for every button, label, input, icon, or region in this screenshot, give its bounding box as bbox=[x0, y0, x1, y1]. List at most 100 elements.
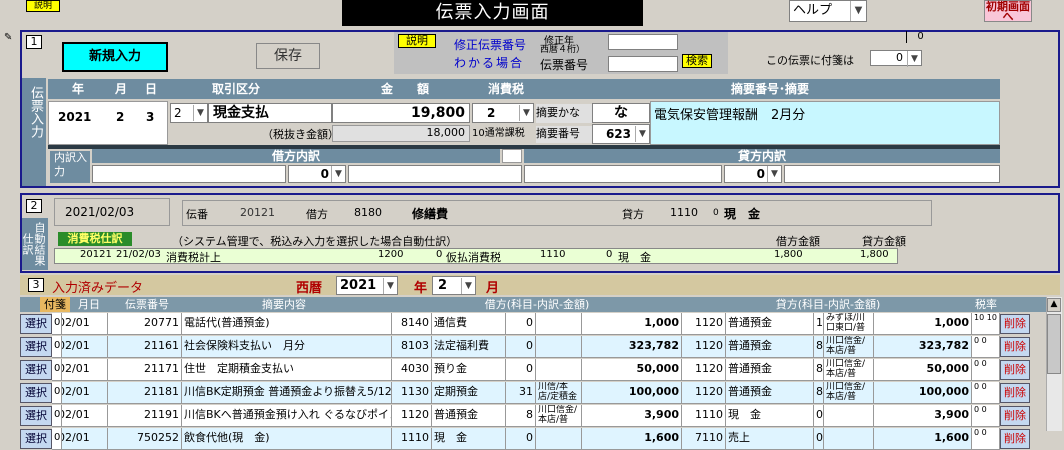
fix-year-input[interactable] bbox=[608, 34, 678, 50]
select-button[interactable]: 選択 bbox=[20, 383, 52, 403]
month-combo[interactable]: 2 ▼ bbox=[432, 276, 476, 295]
cell-camount: 1,600 bbox=[874, 428, 972, 450]
cell-csub: 0 bbox=[814, 428, 824, 450]
cell-cname: 普通預金 bbox=[726, 359, 814, 381]
cell-slip: 21161 bbox=[108, 336, 182, 358]
cell-rate: 0 0 bbox=[972, 359, 1000, 381]
year-combo[interactable]: 2021 ▼ bbox=[336, 276, 398, 295]
chevron-down-icon[interactable]: ▼ bbox=[519, 105, 533, 121]
delete-button[interactable]: 削除 bbox=[1000, 406, 1030, 426]
tag-combo[interactable]: 0 ▼ bbox=[870, 50, 922, 67]
slip-no-input[interactable] bbox=[608, 56, 678, 72]
auto-credit-label: 貸方 bbox=[622, 208, 644, 221]
chevron-down-icon[interactable]: ▼ bbox=[850, 1, 866, 21]
cell-dname: 預り金 bbox=[432, 359, 506, 381]
chevron-down-icon[interactable]: ▼ bbox=[635, 126, 649, 142]
debit-amount-input[interactable] bbox=[348, 165, 522, 183]
cell-dsub: 8 bbox=[506, 405, 536, 427]
cell-slip: 20771 bbox=[108, 313, 182, 335]
auto-slip-no: 20121 bbox=[240, 206, 275, 219]
new-entry-button[interactable]: 新規入力 bbox=[62, 42, 168, 72]
table-row: 選択 02/01 20771 電話代(普通預金) 8140 通信費 0 1,000 1120 普通… bbox=[0, 313, 1030, 335]
section3-number: 3 bbox=[28, 278, 44, 292]
delete-button[interactable]: 削除 bbox=[1000, 383, 1030, 403]
memo-no: 623 bbox=[605, 127, 631, 141]
explain-button-top[interactable]: 説明 bbox=[26, 0, 60, 12]
chevron-down-icon[interactable]: ▼ bbox=[383, 278, 397, 294]
credit-breakdown-input[interactable] bbox=[524, 165, 722, 183]
slip-no-label: 伝票番号 bbox=[540, 58, 589, 72]
net-amount: 18,000 bbox=[332, 125, 470, 142]
cell-csubname: 川口信金/本店/普 bbox=[824, 359, 874, 381]
debit-amount-label: 借方金額 bbox=[776, 235, 820, 248]
cell-dsub: 0 bbox=[506, 313, 536, 335]
net-label: （税抜き金額） bbox=[262, 128, 339, 141]
col-tag: 付箋 bbox=[40, 297, 70, 312]
memo-no-combo[interactable]: 623 ▼ bbox=[592, 124, 650, 144]
explain-button[interactable]: 説明 bbox=[398, 34, 436, 48]
tax-row-date: 21/02/03 bbox=[116, 249, 161, 260]
tax-row-cname: 現 金 bbox=[618, 251, 651, 264]
chevron-down-icon[interactable]: ▼ bbox=[907, 51, 921, 67]
select-button[interactable]: 選択 bbox=[20, 314, 52, 334]
cell-dcode: 1130 bbox=[392, 382, 432, 404]
credit-amount-input[interactable] bbox=[784, 165, 1000, 183]
entry-month[interactable]: 2 bbox=[116, 110, 124, 124]
cell-memo: 電話代(普通預金) bbox=[182, 313, 392, 335]
entry-year[interactable]: 2021 bbox=[58, 110, 91, 124]
breakdown-box[interactable] bbox=[502, 149, 522, 163]
search-button[interactable]: 検索 bbox=[682, 54, 712, 68]
delete-button[interactable]: 削除 bbox=[1000, 337, 1030, 357]
cell-tag: 0 bbox=[52, 313, 62, 335]
header-month: 月 bbox=[108, 79, 134, 99]
col-slip: 伝票番号 bbox=[112, 297, 182, 312]
cell-dname: 法定福利費 bbox=[432, 336, 506, 358]
tag-label: この伝票に付箋は bbox=[766, 54, 854, 67]
kana-input[interactable]: な bbox=[592, 103, 650, 123]
tax-code-combo[interactable]: 2 ▼ bbox=[472, 103, 534, 123]
amount-input[interactable]: 19,800 bbox=[332, 103, 470, 123]
select-button[interactable]: 選択 bbox=[20, 337, 52, 357]
select-button[interactable]: 選択 bbox=[20, 360, 52, 380]
cell-dname: 定期預金 bbox=[432, 382, 506, 404]
tax-row-csub: 0 bbox=[606, 249, 613, 260]
cell-dsubname: 川信/本店/定積金 bbox=[536, 382, 582, 404]
cell-memo: 川信BKへ普通預金預け入れ ぐるなびポイント bbox=[182, 405, 392, 427]
auto-debit-name: 修繕費 bbox=[412, 207, 449, 221]
cell-ccode: 1110 bbox=[682, 405, 726, 427]
debit-value-combo[interactable]: 0 ▼ bbox=[288, 165, 346, 183]
chevron-down-icon[interactable]: ▼ bbox=[193, 105, 207, 121]
entry-day[interactable]: 3 bbox=[146, 110, 154, 124]
credit-value-combo[interactable]: 0 ▼ bbox=[724, 165, 782, 183]
cell-csubname bbox=[824, 405, 874, 427]
chevron-down-icon[interactable]: ▼ bbox=[331, 166, 345, 182]
cell-cname: 現 金 bbox=[726, 405, 814, 427]
scroll-up-icon[interactable]: ▲ bbox=[1047, 298, 1061, 312]
credit-breakdown-label: 貸方内訳 bbox=[524, 149, 1000, 163]
debit-breakdown-input[interactable] bbox=[92, 165, 286, 183]
cell-csubname: 川口信金/本店/普 bbox=[824, 336, 874, 358]
chevron-down-icon[interactable]: ▼ bbox=[767, 166, 781, 182]
cell-dname: 普通預金 bbox=[432, 405, 506, 427]
init-screen-button[interactable]: 初期画面へ bbox=[984, 0, 1032, 22]
section1-side-label: 伝票入力 bbox=[28, 86, 43, 138]
cell-camount: 323,782 bbox=[874, 336, 972, 358]
table-row: 選択 02/01 21191 川信BKへ普通預金預け入れ ぐるなびポイント 1120 普通… bbox=[0, 405, 1030, 427]
cell-cname: 売上 bbox=[726, 428, 814, 450]
kind-code-combo[interactable]: 2 ▼ bbox=[170, 103, 208, 123]
cell-dcode: 4030 bbox=[392, 359, 432, 381]
delete-button[interactable]: 削除 bbox=[1000, 360, 1030, 380]
select-button[interactable]: 選択 bbox=[20, 406, 52, 426]
cell-ccode: 7110 bbox=[682, 428, 726, 450]
cell-memo: 飲食代他(現 金) bbox=[182, 428, 392, 450]
chevron-down-icon[interactable]: ▼ bbox=[461, 278, 475, 294]
save-button[interactable]: 保存 bbox=[256, 43, 320, 69]
cell-rate: 0 0 bbox=[972, 336, 1000, 358]
select-button[interactable]: 選択 bbox=[20, 429, 52, 449]
help-combo[interactable]: ヘルプ ▼ bbox=[789, 0, 867, 22]
tax-row-slip: 20121 bbox=[80, 249, 112, 260]
delete-button[interactable]: 削除 bbox=[1000, 314, 1030, 334]
cell-dname: 現 金 bbox=[432, 428, 506, 450]
delete-button[interactable]: 削除 bbox=[1000, 429, 1030, 449]
scroll-thumb[interactable] bbox=[1047, 314, 1061, 374]
